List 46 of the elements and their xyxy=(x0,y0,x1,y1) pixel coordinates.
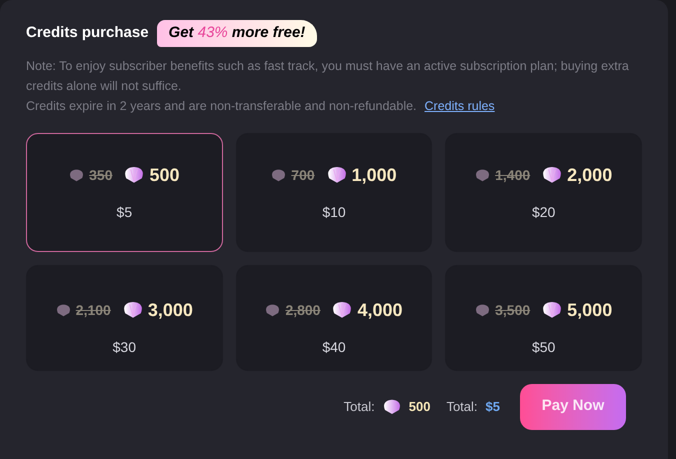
total-price: $5 xyxy=(486,398,500,416)
shell-icon xyxy=(382,398,401,414)
package-price: $5 xyxy=(116,202,132,222)
credit-amount: 4,000 xyxy=(357,298,403,322)
promo-badge: Get 43% more free! xyxy=(156,20,318,46)
original-credits: 2,100 xyxy=(76,300,111,320)
shell-icon xyxy=(332,301,352,319)
shell-icon xyxy=(475,168,490,182)
credit-package-card[interactable]: 2,800 4,000 $40 xyxy=(236,264,432,370)
total-credits: 500 xyxy=(408,398,430,416)
original-credits: 1,400 xyxy=(495,166,530,184)
credit-package-card[interactable]: 350 500 $5 xyxy=(26,132,223,252)
original-credits: 350 xyxy=(89,166,112,184)
note-text: Note: To enjoy subscriber benefits such as fast track, you must have an active subscription plan; buying extra credits alone will not suffice. xyxy=(26,58,630,94)
credit-package-card[interactable]: 1,400 2,000 $20 xyxy=(445,132,642,252)
package-price: $10 xyxy=(322,202,346,222)
original-credits: 2,800 xyxy=(285,300,320,320)
original-credits: 700 xyxy=(291,166,315,184)
shell-icon xyxy=(542,301,562,319)
credit-package-card[interactable]: 3,500 5,000 $50 xyxy=(445,264,642,370)
total-label: Total: xyxy=(446,398,478,416)
credit-amount: 1,000 xyxy=(352,164,397,186)
credits-rules-link[interactable]: Credits rules xyxy=(424,96,495,116)
shell-icon xyxy=(265,304,280,316)
shell-icon xyxy=(475,304,490,316)
package-price: $20 xyxy=(532,202,556,222)
shell-icon xyxy=(542,166,562,184)
shell-icon xyxy=(122,301,143,319)
package-price: $40 xyxy=(322,338,346,356)
credit-package-card[interactable]: 700 1,000 $10 xyxy=(236,132,432,252)
shell-icon xyxy=(271,168,286,182)
shell-icon xyxy=(326,166,347,184)
shell-icon xyxy=(56,304,71,316)
total-label: Total: xyxy=(344,398,375,416)
shell-icon xyxy=(69,168,84,182)
credit-amount: 2,000 xyxy=(567,164,612,186)
credit-amount: 5,000 xyxy=(567,298,612,322)
dialog-title: Credits purchase xyxy=(26,23,149,43)
credit-amount: 500 xyxy=(149,164,180,186)
shell-icon xyxy=(124,166,144,184)
original-credits: 3,500 xyxy=(495,300,530,320)
package-price: $30 xyxy=(112,338,136,356)
note-text: Credits expire in 2 years and are non-transferable and non-refundable. xyxy=(26,98,417,115)
credit-package-card[interactable]: 2,100 3,000 $30 xyxy=(26,264,223,370)
credit-amount: 3,000 xyxy=(148,298,193,322)
package-price: $50 xyxy=(532,338,556,356)
